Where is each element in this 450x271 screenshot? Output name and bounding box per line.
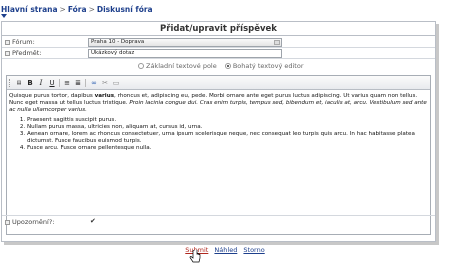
unlink-button[interactable]: ✂	[100, 78, 110, 88]
bold-button[interactable]: B	[25, 78, 35, 88]
list-item: Aenean ornare, lorem ac rhoncus consecte…	[27, 131, 429, 145]
breadcrumb-diskusni-fora-link[interactable]: Diskusní fóra	[97, 5, 153, 14]
forum-select-value: Praha 10 - Doprava	[91, 39, 145, 45]
list-item: Fusce arcu. Fusce ornare pellentesque nu…	[27, 145, 429, 152]
subject-label-text: Předmět:	[12, 49, 42, 57]
paragraph-bold-text: varius	[94, 93, 115, 99]
cancel-link[interactable]: Storno	[243, 246, 264, 254]
forum-label: Fórum:	[5, 38, 35, 46]
form-actions: Submit Náhled Storno	[0, 246, 450, 254]
list-item: Praesent sagittis suscipit purus.	[27, 117, 429, 124]
subject-label: Předmět:	[5, 49, 42, 57]
format-icon[interactable]: ▤	[14, 78, 24, 88]
breadcrumb-home-link[interactable]: Hlavní strana	[1, 5, 58, 14]
italic-button[interactable]: I	[36, 78, 46, 88]
chevron-down-icon[interactable]	[1, 14, 7, 18]
ordered-list-button[interactable]: ≡	[62, 78, 72, 88]
radio-rich[interactable]	[224, 63, 231, 69]
editor-content[interactable]: Quisque purus tortor, dapibus varius, rh…	[9, 93, 429, 152]
list-item: Nullam purus massa, ultricies non, aliqu…	[27, 124, 429, 131]
notify-checkbox[interactable]: ✔	[90, 218, 97, 225]
field-icon	[5, 40, 10, 45]
subject-input-value: Ukázkový dotaz	[91, 50, 135, 56]
rich-editor-option[interactable]: Bohatý textový editor	[224, 62, 304, 70]
content-paragraph: Quisque purus tortor, dapibus varius, rh…	[9, 93, 429, 114]
subject-input[interactable]: Ukázkový dotaz	[88, 49, 282, 58]
breadcrumb: Hlavní strana > Fóra > Diskusní fóra	[1, 5, 153, 14]
breadcrumb-separator: >	[59, 5, 66, 14]
field-icon	[5, 51, 10, 56]
toolbar-divider	[85, 79, 86, 87]
paragraph-text-start: Quisque purus tortor, dapibus	[9, 93, 95, 99]
toolbar-grip	[9, 79, 11, 87]
dropdown-arrow-icon[interactable]	[274, 40, 280, 45]
notify-label-text: Upozornění?:	[12, 218, 55, 226]
field-icon	[5, 220, 10, 225]
toolbar-divider	[59, 79, 60, 87]
breadcrumb-separator: >	[88, 5, 95, 14]
forum-row: Fórum: Praha 10 - Doprava	[2, 37, 435, 48]
editor-toolbar: ▤ B I U ≡ ≣ ∞ ✂ ▭	[7, 76, 430, 90]
notify-label: Upozornění?:	[5, 218, 55, 226]
content-ordered-list: Praesent sagittis suscipit purus. Nullam…	[9, 117, 429, 152]
subject-row: Předmět: Ukázkový dotaz	[2, 48, 435, 59]
basic-editor-option[interactable]: Základní textové pole	[138, 62, 217, 70]
post-form-panel: Přidat/upravit příspěvek Fórum: Praha 10…	[1, 21, 436, 242]
preview-link[interactable]: Náhled	[214, 246, 237, 254]
editor-mode-selector: Základní textové pole Bohatý textový edi…	[138, 62, 310, 70]
basic-editor-label: Základní textové pole	[146, 62, 217, 70]
rich-editor-label: Bohatý textový editor	[232, 62, 304, 70]
breadcrumb-fora-link[interactable]: Fóra	[68, 5, 87, 14]
forum-label-text: Fórum:	[12, 38, 35, 46]
rich-text-editor[interactable]: ▤ B I U ≡ ≣ ∞ ✂ ▭ Quisque purus tortor, …	[6, 75, 431, 235]
page-title: Přidat/upravit příspěvek	[2, 22, 435, 36]
notify-row: Upozornění?: ✔	[2, 215, 435, 226]
hand-cursor-icon	[189, 250, 201, 263]
underline-button[interactable]: U	[47, 78, 57, 88]
unordered-list-button[interactable]: ≣	[73, 78, 83, 88]
image-button[interactable]: ▭	[111, 78, 121, 88]
forum-select[interactable]: Praha 10 - Doprava	[88, 38, 282, 47]
radio-basic[interactable]	[138, 63, 144, 69]
link-button[interactable]: ∞	[89, 78, 99, 88]
